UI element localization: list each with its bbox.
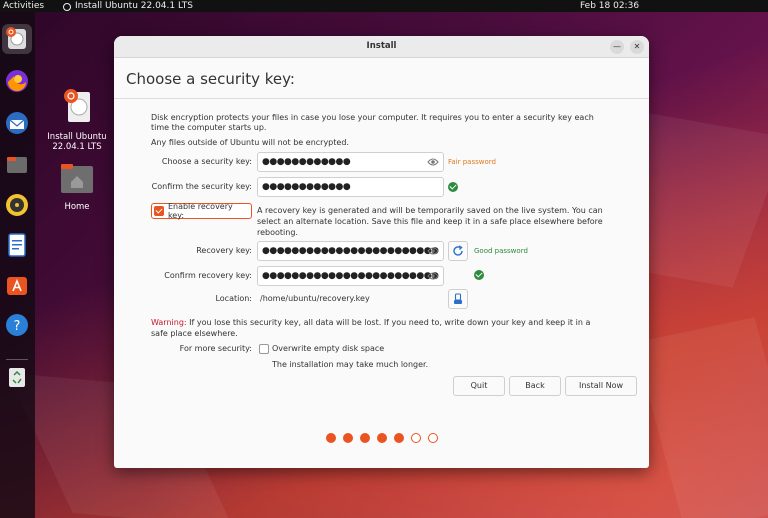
- dock-item-firefox[interactable]: [2, 66, 32, 96]
- step-progress: [326, 433, 438, 443]
- security-key-value: ●●●●●●●●●●●●: [262, 157, 351, 167]
- confirm-key-label: Confirm the security key:: [151, 182, 252, 191]
- progress-dot-complete: [360, 433, 370, 443]
- enable-recovery-checkbox[interactable]: Enable recovery key:: [151, 202, 252, 220]
- intro-text-line3: Any files outside of Ubuntu will not be …: [151, 138, 349, 147]
- writer-icon: [8, 233, 26, 257]
- dock-item-thunderbird[interactable]: [2, 108, 32, 138]
- window-titlebar[interactable]: Install — ✕: [114, 36, 649, 58]
- dock-item-writer[interactable]: [2, 230, 32, 260]
- enable-recovery-label: Enable recovery key:: [167, 202, 233, 220]
- help-icon: ?: [6, 314, 28, 336]
- recovery-key-field[interactable]: ●●●●●●●●●●●●●●●●●●●●●●●●: [257, 241, 444, 261]
- checkbox-empty-icon: [259, 344, 269, 354]
- dock-item-files[interactable]: [2, 150, 32, 180]
- confirm-recovery-value: ●●●●●●●●●●●●●●●●●●●●●●●●: [262, 271, 439, 281]
- app-center-icon: [7, 277, 27, 295]
- location-label: Location:: [215, 294, 252, 303]
- progress-dot-complete: [326, 433, 336, 443]
- back-button[interactable]: Back: [509, 376, 561, 396]
- security-key-strength: Fair password: [448, 158, 496, 166]
- refresh-icon: [453, 245, 463, 256]
- trash-icon: [9, 368, 25, 387]
- close-icon: ✕: [633, 42, 641, 51]
- security-key-field[interactable]: ●●●●●●●●●●●●: [257, 152, 444, 172]
- minimize-button[interactable]: —: [610, 40, 624, 54]
- minimize-icon: —: [613, 42, 621, 51]
- dock-item-help[interactable]: ?: [2, 310, 32, 340]
- rhythmbox-icon: [6, 194, 28, 216]
- files-icon: [7, 157, 27, 173]
- recovery-desc-line1: A recovery key is generated and will be …: [257, 206, 603, 215]
- desktop-icon-home-label: Home: [64, 202, 90, 212]
- window-title: Install: [366, 41, 397, 51]
- recovery-desc-line3: rebooting.: [257, 228, 298, 237]
- close-button[interactable]: ✕: [630, 40, 644, 54]
- confirm-recovery-field[interactable]: ●●●●●●●●●●●●●●●●●●●●●●●●: [257, 266, 444, 286]
- security-key-label: Choose a security key:: [161, 157, 252, 166]
- intro-text-line2: time the computer starts up.: [151, 123, 267, 132]
- progress-dot-complete: [394, 433, 404, 443]
- ubuntu-installer-icon: [64, 89, 90, 122]
- recovery-key-label: Recovery key:: [196, 246, 252, 255]
- confirm-recovery-ok-icon: [474, 270, 484, 280]
- recovery-key-strength: Good password: [474, 247, 528, 255]
- recovery-desc-line2: select an alternate location. Save this …: [257, 217, 603, 226]
- reveal-eye-icon[interactable]: [427, 246, 439, 256]
- dock: ?: [0, 12, 35, 518]
- app-indicator-icon: [63, 2, 71, 11]
- clock[interactable]: Feb 18 02:36: [580, 0, 639, 12]
- checkbox-checked-icon: [154, 206, 164, 216]
- activities-button[interactable]: Activities: [3, 0, 44, 12]
- dock-item-rhythmbox[interactable]: [2, 190, 32, 220]
- recovery-key-value: ●●●●●●●●●●●●●●●●●●●●●●●●: [262, 246, 439, 256]
- app-menu-label: Install Ubuntu 22.04.1 LTS: [75, 1, 193, 11]
- quit-button[interactable]: Quit: [453, 376, 505, 396]
- more-security-label: For more security:: [179, 344, 252, 353]
- dock-item-trash[interactable]: [2, 362, 32, 392]
- regenerate-key-button[interactable]: [448, 241, 468, 261]
- confirm-key-ok-icon: [448, 182, 458, 192]
- overwrite-disk-note: The installation may take much longer.: [272, 360, 429, 369]
- svg-text:?: ?: [14, 319, 21, 334]
- home-folder-icon: [61, 164, 93, 193]
- wallpaper-shard: [634, 317, 768, 518]
- location-value: /home/ubuntu/recovery.key: [260, 294, 370, 303]
- desktop-icon-installer[interactable]: Install Ubuntu 22.04.1 LTS: [42, 88, 112, 152]
- page-title: Choose a security key:: [126, 70, 295, 88]
- dock-separator: [6, 359, 28, 360]
- overwrite-disk-label: Overwrite empty disk space: [272, 344, 385, 353]
- warning-prefix: Warning:: [151, 318, 187, 327]
- warning-line1: Warning: If you lose this security key, …: [151, 318, 590, 328]
- header-divider: [114, 98, 649, 99]
- desktop-icon-home[interactable]: Home: [42, 162, 112, 212]
- dock-item-app-center[interactable]: [2, 270, 32, 300]
- ubuntu-installer-icon: [6, 27, 26, 49]
- progress-dot-pending: [411, 433, 421, 443]
- progress-dot-complete: [343, 433, 353, 443]
- confirm-recovery-label: Confirm recovery key:: [164, 271, 252, 280]
- reveal-eye-icon[interactable]: [427, 157, 439, 167]
- top-bar: Activities Install Ubuntu 22.04.1 LTS Fe…: [0, 0, 768, 12]
- firefox-icon: [6, 70, 28, 92]
- warning-line2: safe place elsewhere.: [151, 329, 238, 338]
- intro-text-line1: Disk encryption protects your files in c…: [151, 113, 594, 122]
- choose-location-button[interactable]: [448, 289, 468, 309]
- app-menu[interactable]: Install Ubuntu 22.04.1 LTS: [63, 0, 193, 12]
- usb-drive-icon: [454, 293, 462, 304]
- reveal-eye-icon[interactable]: [427, 271, 439, 281]
- desktop-icon-installer-label: Install Ubuntu 22.04.1 LTS: [47, 132, 107, 152]
- dock-item-installer[interactable]: [2, 24, 32, 54]
- warning-text: If you lose this security key, all data …: [186, 318, 591, 327]
- install-now-button[interactable]: Install Now: [565, 376, 637, 396]
- thunderbird-icon: [6, 112, 28, 134]
- progress-dot-pending: [428, 433, 438, 443]
- progress-dot-complete: [377, 433, 387, 443]
- confirm-key-field[interactable]: ●●●●●●●●●●●●: [257, 177, 444, 197]
- confirm-key-value: ●●●●●●●●●●●●: [262, 182, 351, 192]
- installer-window: Install — ✕ Choose a security key: Disk …: [114, 36, 649, 468]
